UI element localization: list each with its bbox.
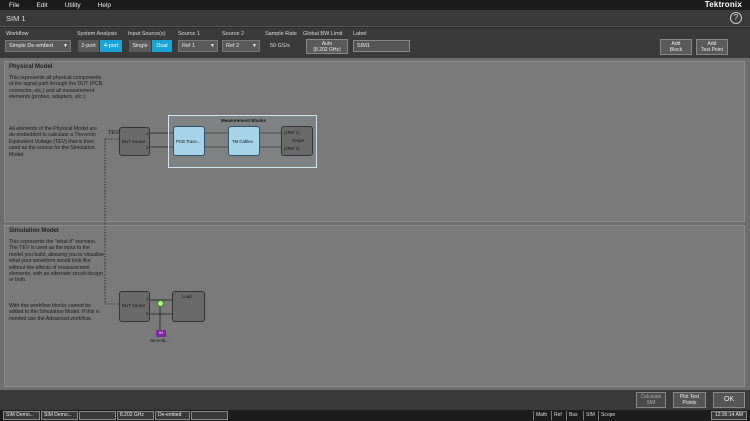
chevron-down-icon: ▼ [63,43,68,49]
scope-ref1-label: (1Ref 1) [284,130,300,135]
input-sources-label: Input Source(s) [128,31,166,37]
source1-label: Source 1 [178,31,201,37]
tm-cables-block[interactable]: TM Cables [228,126,260,156]
source1-value: Ref 1 [182,43,196,49]
system-4port-option[interactable]: 4-port [100,40,122,52]
status-cell-1[interactable]: SIM Demo... [3,411,40,420]
workflow-select[interactable]: Simple De-embed ▼ [5,40,71,52]
input-dual-option[interactable]: Dual [152,40,172,52]
tab-sim[interactable]: SIM [583,411,597,420]
sample-rate-value: 50 GS/s [270,43,290,49]
plot-test-points-line2: Points [682,400,697,406]
deembed-tag[interactable]: H4 [156,330,166,337]
tab-math[interactable]: Math [533,411,549,420]
global-bw-button[interactable]: Auto (8.202 GHz) [306,39,348,54]
dut-port-1: 1 [146,131,149,136]
physical-desc-1: This represents all physical components … [9,75,104,101]
label-input[interactable]: SIM1 [353,40,410,52]
scope-block[interactable]: (1Ref 1) Scope (2Ref 2) [281,126,313,156]
window-title: SIM 1 [6,14,26,23]
label-field-label: Label [353,31,367,37]
pcb-trace-block[interactable]: PCB Trace... [173,126,205,156]
sample-rate-label: Sample Rate [265,31,297,37]
tab-bus[interactable]: Bus [566,411,580,420]
load-block[interactable]: Load [172,291,205,322]
tm-cables-label: TM Cables [232,139,253,144]
pcb-trace-label: PCB Trace... [176,139,201,144]
simulation-desc-1: This represents the "what-if" scenario. … [9,239,104,284]
add-test-point-line2: Test Point [701,47,723,53]
clock: 12:36:14 AM [711,411,747,420]
sim-dut-source-block[interactable]: DUT Source 1 2 [119,291,150,322]
physical-desc-2: All elements of the Physical Model are d… [9,126,97,158]
ok-button[interactable]: OK [713,392,745,408]
menu-file[interactable]: File [9,2,19,9]
add-block-line2: Block [669,47,683,53]
tab-ref[interactable]: Ref [551,411,564,420]
source2-label: Source 2 [222,31,245,37]
system-2port-option[interactable]: 2-port [78,40,99,52]
physical-model-panel: Physical Model This represents all physi… [4,61,745,222]
action-bar: Calculate SIM Plot Test Points OK [0,390,750,410]
simulation-model-title: Simulation Model [9,228,59,234]
menu-bar: File Edit Utility Help Tektronix [0,0,750,10]
add-block-button[interactable]: Add Block [660,39,692,55]
sim-dut-port-1: 1 [146,296,149,301]
tev-label: TEV [108,130,119,136]
status-cell-3[interactable] [79,411,116,420]
status-cell-6[interactable] [191,411,228,420]
sim-dut-port-2: 2 [146,311,149,316]
sim-dut-source-label: DUT Source [122,303,146,308]
physical-model-title: Physical Model [9,64,53,70]
dut-source-label: DUT Source [122,139,146,144]
calculate-sim-button[interactable]: Calculate SIM [636,392,666,408]
add-test-point-button[interactable]: Add Test Point [696,39,728,55]
help-icon[interactable]: ? [730,12,742,24]
menu-edit[interactable]: Edit [36,2,47,9]
test-point-icon[interactable] [157,300,164,307]
chevron-down-icon: ▼ [252,43,257,49]
global-bw-value: (8.202 GHz) [313,47,341,53]
measurement-blocks-title: Measurement Blocks [220,118,267,123]
calculate-line2: SIM [646,400,656,406]
input-single-option[interactable]: Single [129,40,151,52]
tab-scope[interactable]: Scope [598,411,617,420]
scope-ref2-label: (2Ref 2) [284,146,300,151]
window-titlebar: SIM 1 ? [0,10,750,27]
dut-source-block[interactable]: DUT Source 1 2 [119,127,150,156]
chevron-down-icon: ▼ [210,43,215,49]
workflow-label: Workflow [6,31,29,37]
source2-value: Ref 2 [226,43,240,49]
brand-logo: Tektronix [704,0,742,9]
simulation-desc-2: With this workflow blocks cannot be adde… [9,303,100,322]
deembed-label: De-emb... [150,338,169,343]
menu-help[interactable]: Help [98,2,111,9]
system-analysis-label: System Analysis [77,31,118,37]
scope-label: Scope [292,138,305,143]
workflow-canvas: Physical Model This represents all physi… [0,58,750,390]
plot-test-points-button[interactable]: Plot Test Points [673,392,706,408]
status-bar: SIM Demo... SIM Demo... 8.202 GHz De-emb… [0,410,750,421]
simulation-model-panel: Simulation Model This represents the "wh… [4,225,745,387]
load-label: Load [182,294,192,299]
status-cell-2[interactable]: SIM Demo... [41,411,78,420]
menu-utility[interactable]: Utility [65,2,81,9]
source2-select[interactable]: Ref 2 ▼ [222,40,260,52]
status-mode[interactable]: De-embed [155,411,190,420]
status-bandwidth[interactable]: 8.202 GHz [117,411,154,420]
source1-select[interactable]: Ref 1 ▼ [178,40,218,52]
config-toolbar: Workflow Simple De-embed ▼ System Analys… [0,28,750,58]
workflow-value: Simple De-embed [9,43,54,49]
dut-port-2: 2 [146,145,149,150]
global-bw-label: Global BW Limit [303,31,343,37]
